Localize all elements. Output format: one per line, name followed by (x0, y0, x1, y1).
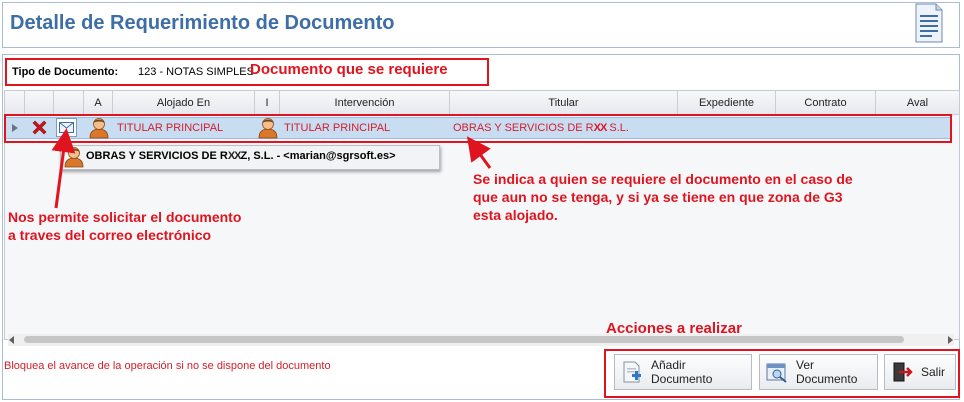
document-icon (915, 3, 943, 43)
view-document-icon (766, 363, 787, 383)
view-document-label: Ver Documento (796, 358, 858, 386)
scrollbar-thumb[interactable] (24, 336, 904, 343)
grid-header-indicator (5, 91, 25, 115)
grid-header-alojado-en[interactable]: Alojado En (113, 91, 255, 115)
grid-header-i[interactable]: I (255, 91, 280, 115)
exit-button[interactable]: Salir (884, 354, 956, 390)
grid-header-delete (25, 91, 54, 115)
annotation-mail: Nos permite solicitar el documento a tra… (8, 209, 242, 243)
grid-header-mail (54, 91, 84, 115)
grid-header-titular[interactable]: Titular (450, 91, 678, 115)
add-document-icon (623, 361, 641, 383)
annotation-who: Se indica a quien se requiere el documen… (473, 171, 853, 223)
grid-header-contrato[interactable]: Contrato (776, 91, 876, 115)
user-icon (64, 147, 84, 168)
annotation-box-row (4, 114, 952, 143)
annotation-document: Documento que se requiere (250, 61, 448, 78)
add-document-button[interactable]: Añadir Documento (614, 354, 752, 390)
grid-header-expediente[interactable]: Expediente (678, 91, 776, 115)
page-title: Detalle de Requerimiento de Documento (10, 12, 395, 34)
grid-header-intervencion[interactable]: Intervención (280, 91, 450, 115)
scroll-right-icon[interactable] (947, 336, 953, 344)
exit-label: Salir (921, 365, 946, 379)
blocking-message: Bloquea el avance de la operación si no … (4, 360, 331, 372)
document-type-label: Tipo de Documento: (12, 66, 119, 78)
view-document-button[interactable]: Ver Documento (759, 354, 878, 390)
annotation-actions: Acciones a realizar (606, 320, 742, 337)
recipient-popup-text[interactable]: OBRAS Y SERVICIOS DE RXXZ, S.L. - <maria… (86, 150, 396, 162)
grid-header-a[interactable]: A (84, 91, 113, 115)
scroll-left-icon[interactable] (9, 336, 15, 344)
redaction-mark: XX (227, 150, 242, 162)
exit-icon (893, 362, 913, 382)
add-document-label: Añadir Documento (651, 358, 713, 386)
grid-header-aval[interactable]: Aval (876, 91, 959, 115)
document-type-value: 123 - NOTAS SIMPLES (138, 66, 254, 78)
